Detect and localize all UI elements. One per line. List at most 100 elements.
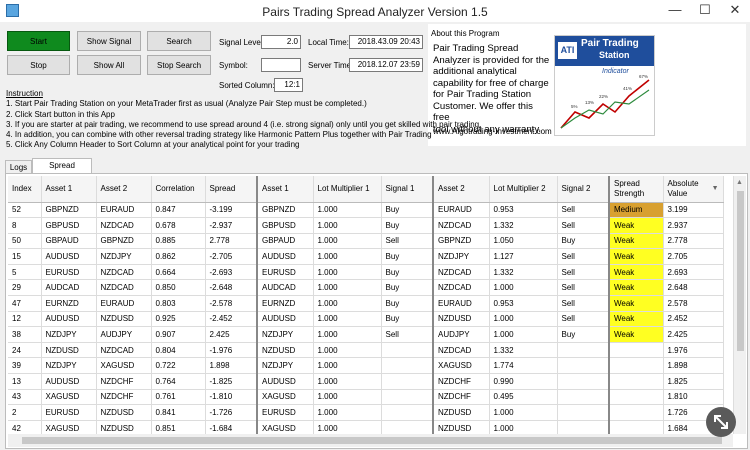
cell-lot-multiplier-1: 1.000	[313, 420, 382, 434]
cell-signal-1	[381, 342, 434, 359]
col-header-asset-1[interactable]: Asset 1	[41, 176, 97, 203]
about-line: Analyzer is provided for the	[433, 54, 550, 66]
cell-absolute-value: 2.578	[663, 295, 724, 312]
table-row[interactable]: 8 GBPUSD NZDCAD 0.678 -2.937 GBPUSD 1.000 Buy NZ…	[8, 217, 724, 234]
cell-asset-2-b: NZDJPY	[433, 248, 490, 265]
cell-asset-2-b: NZDUSD	[433, 420, 490, 434]
show-all-button[interactable]: Show All	[77, 55, 141, 75]
cell-spread-strength: Weak	[609, 279, 664, 297]
table-row[interactable]: 38 NZDJPY AUDJPY 0.907 2.425 NZDJPY 1.000 Sell A…	[8, 326, 724, 343]
cell-spread: -2.693	[205, 264, 258, 281]
horizontal-scrollbar[interactable]	[8, 434, 733, 447]
cell-asset-2: NZDUSD	[96, 311, 152, 328]
server-time-field: 2018.12.07 23:59	[349, 58, 423, 72]
cell-lot-multiplier-1: 1.000	[313, 389, 382, 406]
cell-asset-1-b: EURUSD	[257, 264, 314, 281]
maximize-button[interactable]: ☐	[690, 0, 720, 22]
cell-lot-multiplier-2: 1.000	[489, 326, 558, 343]
cell-asset-1-b: NZDJPY	[257, 357, 314, 375]
tab-logs[interactable]: Logs	[5, 160, 32, 174]
table-row[interactable]: 47 EURNZD EURAUD 0.803 -2.578 EURNZD 1.000 Buy E…	[8, 295, 724, 312]
cell-asset-2-b: NZDUSD	[433, 311, 490, 328]
instruction-line: 1. Start Pair Trading Station on your Me…	[6, 99, 367, 109]
cell-signal-1: Buy	[381, 202, 434, 219]
col-header-lot-multiplier-1[interactable]: Lot Multiplier 1	[313, 176, 382, 203]
symbol-input[interactable]	[261, 58, 301, 72]
cell-index: 39	[8, 357, 42, 375]
table-row[interactable]: 13 AUDUSD NZDCHF 0.764 -1.825 AUDUSD 1.000 NZDC…	[8, 373, 724, 390]
col-header-signal-2[interactable]: Signal 2	[557, 176, 610, 203]
cell-lot-multiplier-2: 1.332	[489, 342, 558, 359]
cell-index: 5	[8, 264, 42, 281]
start-button[interactable]: Start	[7, 31, 70, 51]
cell-lot-multiplier-1: 1.000	[313, 264, 382, 281]
table-row[interactable]: 2 EURUSD NZDUSD 0.841 -1.726 EURUSD 1.000 NZDUS…	[8, 404, 724, 421]
table-row[interactable]: 15 AUDUSD NZDJPY 0.862 -2.705 AUDUSD 1.000 Buy N…	[8, 248, 724, 265]
cell-correlation: 0.907	[151, 326, 206, 343]
cell-spread-strength: Weak	[609, 326, 664, 343]
stop-button[interactable]: Stop	[7, 55, 70, 75]
instruction-line: 4. In addition, you can combine with oth…	[6, 130, 432, 140]
cell-lot-multiplier-2: 1.000	[489, 311, 558, 328]
cell-lot-multiplier-1: 1.000	[313, 295, 382, 312]
table-row[interactable]: 43 XAGUSD NZDCHF 0.761 -1.810 XAGUSD 1.000 NZDC…	[8, 389, 724, 406]
table-row[interactable]: 50 GBPAUD GBPNZD 0.885 2.778 GBPAUD 1.000 Sell G…	[8, 233, 724, 250]
col-header-absolute-value[interactable]: Absolute Value ▼	[663, 176, 724, 203]
cell-signal-2: Sell	[557, 311, 610, 328]
col-header-index[interactable]: Index	[8, 176, 42, 203]
cell-signal-1: Buy	[381, 217, 434, 234]
vertical-scroll-thumb[interactable]	[737, 191, 744, 351]
cell-lot-multiplier-1: 1.000	[313, 373, 382, 390]
cell-asset-2-b: GBPNZD	[433, 233, 490, 250]
scroll-up-icon[interactable]: ▲	[736, 179, 743, 186]
table-row[interactable]: 39 NZDJPY XAGUSD 0.722 1.898 NZDJPY 1.000 XAGUS…	[8, 357, 724, 375]
table-row[interactable]: 52 GBPNZD EURAUD 0.847 -3.199 GBPNZD 1.000 Buy E…	[8, 202, 724, 219]
cell-signal-2	[557, 389, 610, 406]
cell-asset-1: AUDUSD	[41, 311, 97, 328]
table-row[interactable]: 24 NZDUSD NZDCAD 0.804 -1.976 NZDUSD 1.000 NZDC…	[8, 342, 724, 359]
cell-lot-multiplier-2: 0.953	[489, 202, 558, 219]
cell-correlation: 0.850	[151, 279, 206, 297]
search-button[interactable]: Search	[147, 31, 211, 51]
col-header-asset-2-b[interactable]: Asset 2	[433, 176, 490, 203]
show-signal-only-button[interactable]: Show Signal Only	[77, 31, 141, 66]
cell-asset-2: EURAUD	[96, 202, 152, 219]
cell-lot-multiplier-1: 1.000	[313, 357, 382, 375]
cell-spread-strength	[609, 389, 664, 406]
col-header-lot-multiplier-2[interactable]: Lot Multiplier 2	[489, 176, 558, 203]
cell-signal-1: Buy	[381, 279, 434, 297]
cell-asset-2-b: NZDCHF	[433, 373, 490, 390]
horizontal-scroll-thumb[interactable]	[22, 437, 722, 444]
col-header-asset-2[interactable]: Asset 2	[96, 176, 152, 203]
cell-asset-2: NZDCAD	[96, 217, 152, 234]
cell-asset-1-b: AUDUSD	[257, 311, 314, 328]
cell-index: 8	[8, 217, 42, 234]
minimize-button[interactable]: —	[660, 0, 690, 22]
signal-level-input[interactable]: 2.0	[261, 35, 301, 49]
cell-absolute-value: 1.825	[663, 373, 724, 390]
stop-search-button[interactable]: Stop Search	[147, 55, 211, 75]
zoom-icon[interactable]	[706, 407, 736, 437]
cell-signal-1: Buy	[381, 295, 434, 312]
vertical-scrollbar[interactable]: ▲	[733, 176, 746, 434]
cell-index: 29	[8, 279, 42, 297]
col-header-asset-1-b[interactable]: Asset 1	[257, 176, 314, 203]
cell-asset-2: EURAUD	[96, 295, 152, 312]
tab-spread-analyzer[interactable]: Spread Analyzer	[32, 158, 92, 183]
spread-table-container: Index Asset 1 Asset 2 Correlation Spread…	[8, 176, 733, 434]
table-row[interactable]: 42 XAGUSD NZDUSD 0.851 -1.684 XAGUSD 1.000 NZDU…	[8, 420, 724, 434]
cell-lot-multiplier-2: 1.000	[489, 404, 558, 421]
cell-correlation: 0.841	[151, 404, 206, 421]
col-header-signal-1[interactable]: Signal 1	[381, 176, 434, 203]
table-row[interactable]: 12 AUDUSD NZDUSD 0.925 -2.452 AUDUSD 1.000 Buy N…	[8, 311, 724, 328]
col-header-spread-strength[interactable]: Spread Strength	[609, 176, 664, 203]
col-header-spread[interactable]: Spread	[205, 176, 258, 203]
cell-spread: -2.937	[205, 217, 258, 234]
cell-asset-1: XAGUSD	[41, 420, 97, 434]
table-row[interactable]: 5 EURUSD NZDCAD 0.664 -2.693 EURUSD 1.000 Buy NZ…	[8, 264, 724, 281]
table-row[interactable]: 29 AUDCAD NZDCAD 0.850 -2.648 AUDCAD 1.000 Buy N…	[8, 279, 724, 297]
cell-asset-2: GBPNZD	[96, 233, 152, 250]
col-header-correlation[interactable]: Correlation	[151, 176, 206, 203]
close-button[interactable]: ✕	[720, 0, 750, 22]
cell-asset-2: NZDCAD	[96, 264, 152, 281]
